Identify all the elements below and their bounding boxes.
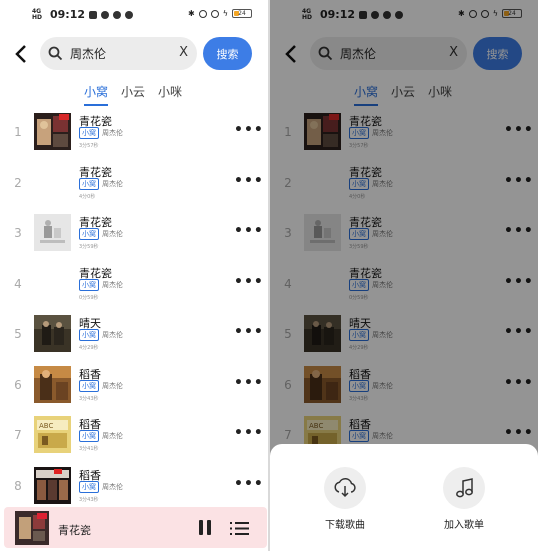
- search-input[interactable]: [70, 44, 170, 63]
- more-options-button[interactable]: •••: [234, 223, 264, 239]
- song-index: 1: [14, 125, 22, 139]
- network-indicator: 4G HD: [32, 7, 43, 21]
- song-duration: 3分41秒: [79, 446, 99, 452]
- song-action-sheet: 下载歌曲 加入歌单: [270, 444, 538, 551]
- bluetooth-icon: ✱: [188, 9, 195, 18]
- search-results-screen: 4G HD 09:12 ✱ ϟ 24 X 搜索: [0, 0, 268, 551]
- more-options-button[interactable]: •••: [234, 324, 264, 340]
- song-duration: 3分43秒: [79, 496, 99, 503]
- source-badge: 小窝: [79, 480, 99, 493]
- notification-icon: [89, 10, 98, 19]
- more-options-button[interactable]: •••: [234, 425, 264, 441]
- source-tabs: 小窝 小云 小咪: [84, 83, 182, 106]
- source-badge: 小窝: [79, 278, 99, 291]
- song-index: 2: [14, 175, 22, 190]
- song-artist: 周杰伦: [102, 482, 123, 491]
- add-to-playlist-button[interactable]: [443, 467, 485, 509]
- pause-button[interactable]: [199, 520, 211, 535]
- song-index: 8: [14, 478, 22, 493]
- tab-xiaowo[interactable]: 小窝: [84, 83, 109, 106]
- more-options-button[interactable]: •••: [234, 476, 264, 492]
- add-to-playlist-label: 加入歌单: [444, 520, 484, 531]
- source-badge: 小窝: [79, 177, 99, 190]
- song-artist: 周杰伦: [102, 179, 123, 188]
- song-index: 3: [14, 226, 22, 240]
- album-cover: [34, 315, 71, 352]
- song-duration: 3分57秒: [79, 143, 99, 149]
- source-badge: 小窝: [79, 430, 99, 442]
- download-label: 下载歌曲: [325, 520, 365, 531]
- charging-icon: ϟ: [222, 9, 228, 18]
- source-badge: 小窝: [79, 379, 99, 392]
- song-row[interactable]: 2 青花瓷 小窝 周杰伦 4分0秒 •••: [0, 164, 268, 214]
- song-index: 4: [14, 276, 22, 291]
- clock: 09:12: [50, 8, 86, 21]
- chat-icon: [113, 10, 122, 19]
- back-button[interactable]: [12, 43, 30, 65]
- song-row[interactable]: 7ABC稻香小窝周杰伦3分41秒•••: [0, 416, 268, 466]
- album-cover: ABC: [34, 416, 71, 453]
- svg-text:ABC: ABC: [39, 422, 53, 430]
- source-badge: 小窝: [79, 329, 99, 341]
- usb-icon: [101, 10, 110, 19]
- more-options-button[interactable]: •••: [234, 122, 264, 138]
- playlist-queue-icon[interactable]: [230, 521, 250, 536]
- song-duration: 4分29秒: [79, 345, 99, 351]
- song-duration: 3分59秒: [79, 244, 99, 250]
- pause-icon: [199, 520, 203, 535]
- cloud-download-icon: [334, 478, 356, 498]
- song-artist: 周杰伦: [102, 331, 123, 339]
- album-cover: [34, 365, 71, 403]
- back-arrow-icon: [15, 45, 26, 63]
- song-artist: 周杰伦: [102, 129, 123, 137]
- screenshot-stage: 4G HD 09:12 ✱ ϟ 24 X 搜索: [0, 0, 538, 551]
- source-badge: 小窝: [79, 127, 99, 139]
- song-artist: 周杰伦: [102, 230, 123, 238]
- song-row[interactable]: 1 青花瓷 小窝 周杰伦 3分57秒 •••: [0, 113, 268, 163]
- bell-icon: [125, 10, 134, 19]
- now-playing-title: 青花瓷: [58, 524, 91, 537]
- status-bar: 4G HD 09:12 ✱ ϟ 24: [0, 0, 268, 30]
- add-to-playlist-action[interactable]: 加入歌单: [429, 467, 499, 531]
- album-cover: [34, 113, 71, 150]
- album-cover: [34, 466, 71, 504]
- song-index: 6: [14, 377, 22, 392]
- song-artist: 周杰伦: [102, 432, 123, 440]
- song-duration: 0分59秒: [79, 294, 99, 301]
- search-box[interactable]: X: [40, 37, 197, 70]
- song-artist: 周杰伦: [102, 280, 123, 289]
- more-options-button[interactable]: •••: [234, 274, 264, 290]
- album-cover: [34, 214, 71, 251]
- mini-player[interactable]: 青花瓷: [4, 507, 267, 548]
- song-row[interactable]: 5 晴天 小窝 周杰伦 4分29秒 •••: [0, 315, 268, 365]
- search-results-screen-with-sheet: 4G HD 09:12 ✱ ϟ 24 X 搜索: [270, 0, 538, 551]
- download-button[interactable]: [324, 467, 366, 509]
- download-song-action[interactable]: 下载歌曲: [310, 467, 380, 531]
- music-note-icon: [456, 478, 473, 498]
- song-index: 7: [14, 428, 22, 442]
- song-row[interactable]: 3 青花瓷 小窝 周杰伦 3分59秒 •••: [0, 214, 268, 264]
- tab-xiaomi[interactable]: 小咪: [158, 83, 182, 106]
- song-index: 5: [14, 327, 22, 341]
- source-badge: 小窝: [79, 228, 99, 240]
- song-row[interactable]: 4 青花瓷 小窝 周杰伦 0分59秒 •••: [0, 265, 268, 315]
- more-options-button[interactable]: •••: [234, 173, 264, 189]
- now-playing-cover: [15, 511, 49, 545]
- battery-indicator: 24: [232, 9, 252, 18]
- song-duration: 3分43秒: [79, 395, 99, 402]
- song-artist: 周杰伦: [102, 381, 123, 390]
- more-options-button[interactable]: •••: [234, 375, 264, 391]
- song-row[interactable]: 6 稻香 小窝 周杰伦 3分43秒 •••: [0, 365, 268, 416]
- wifi-icon: [210, 9, 219, 18]
- alarm-icon: [198, 9, 207, 18]
- tab-xiaoyun[interactable]: 小云: [121, 83, 145, 106]
- song-duration: 4分0秒: [79, 193, 96, 200]
- clear-search-button[interactable]: X: [179, 45, 188, 60]
- search-button[interactable]: 搜索: [203, 37, 252, 70]
- search-icon: [48, 46, 63, 61]
